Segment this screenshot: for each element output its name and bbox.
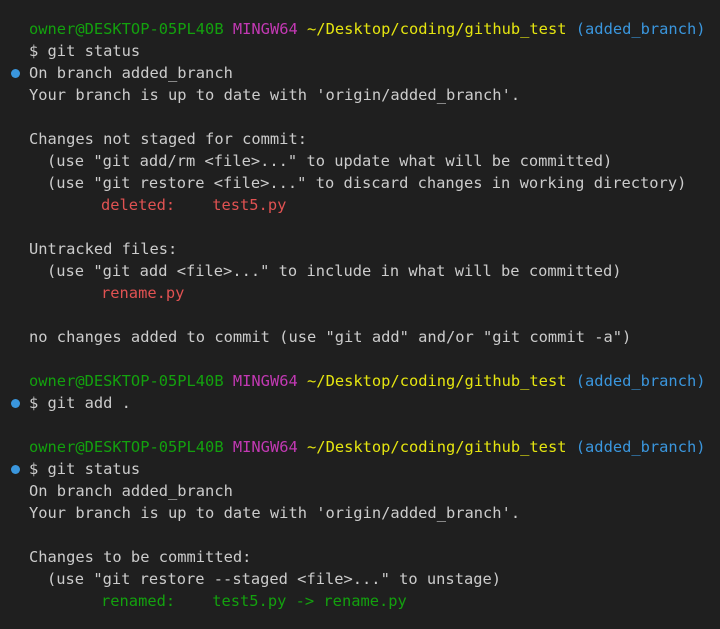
output-line: Your branch is up to date with 'origin/a… — [0, 502, 720, 524]
command-text: $ git add . — [29, 394, 131, 412]
prompt-path: ~/Desktop/coding/github_test — [307, 20, 567, 38]
unstaged-header: Changes not staged for commit: — [29, 130, 307, 148]
command-status-dot-icon[interactable] — [11, 465, 20, 474]
output-line: (use "git add <file>..." to include in w… — [0, 260, 720, 282]
prompt-shell: MINGW64 — [232, 20, 298, 38]
output-line: no changes added to commit (use "git add… — [0, 326, 720, 348]
output-line: (use "git restore --staged <file>..." to… — [0, 568, 720, 590]
untracked-hint: (use "git add <file>..." to include in w… — [47, 262, 622, 280]
status-summary: no changes added to commit (use "git add… — [29, 328, 632, 346]
prompt-shell: MINGW64 — [232, 438, 298, 456]
untracked-file-line: rename.py — [0, 282, 720, 304]
output-line: Changes to be committed: — [0, 546, 720, 568]
prompt-line: owner@DESKTOP-05PL40B MINGW64 ~/Desktop/… — [0, 18, 720, 40]
prompt-branch: (added_branch) — [575, 20, 706, 38]
unstaged-hint: (use "git add/rm <file>..." to update wh… — [47, 152, 613, 170]
prompt-user-host: owner@DESKTOP-05PL40B — [29, 372, 224, 390]
prompt-line: owner@DESKTOP-05PL40B MINGW64 ~/Desktop/… — [0, 370, 720, 392]
prompt-user-host: owner@DESKTOP-05PL40B — [29, 438, 224, 456]
upstream-status-text: Your branch is up to date with 'origin/a… — [29, 86, 521, 104]
prompt-path: ~/Desktop/coding/github_test — [307, 372, 567, 390]
branch-status-text: On branch added_branch — [29, 482, 233, 500]
prompt-path: ~/Desktop/coding/github_test — [307, 438, 567, 456]
branch-status-text: On branch added_branch — [29, 64, 233, 82]
output-line: On branch added_branch — [0, 480, 720, 502]
output-line: Changes not staged for commit: — [0, 128, 720, 150]
renamed-change: test5.py -> rename.py — [212, 592, 407, 610]
prompt-shell: MINGW64 — [232, 372, 298, 390]
staged-header: Changes to be committed: — [29, 548, 252, 566]
output-line: (use "git add/rm <file>..." to update wh… — [0, 150, 720, 172]
terminal-window[interactable]: owner@DESKTOP-05PL40B MINGW64 ~/Desktop/… — [0, 0, 720, 629]
output-line: Your branch is up to date with 'origin/a… — [0, 84, 720, 106]
prompt-user-host: owner@DESKTOP-05PL40B — [29, 20, 224, 38]
command-line: $ git add . — [0, 392, 720, 414]
command-status-dot-icon[interactable] — [11, 69, 20, 78]
deleted-file-line: deleted: test5.py — [0, 194, 720, 216]
renamed-file-line: renamed: test5.py -> rename.py — [0, 590, 720, 612]
deleted-label: deleted: — [101, 196, 176, 214]
prompt-branch: (added_branch) — [575, 372, 706, 390]
prompt-branch: (added_branch) — [575, 438, 706, 456]
command-line: $ git status — [0, 458, 720, 480]
deleted-file-name: test5.py — [212, 196, 287, 214]
output-line: (use "git restore <file>..." to discard … — [0, 172, 720, 194]
upstream-status-text: Your branch is up to date with 'origin/a… — [29, 504, 521, 522]
untracked-header: Untracked files: — [29, 240, 178, 258]
untracked-file-name: rename.py — [101, 284, 185, 302]
prompt-line: owner@DESKTOP-05PL40B MINGW64 ~/Desktop/… — [0, 436, 720, 458]
command-text: $ git status — [29, 42, 141, 60]
renamed-label: renamed: — [101, 592, 176, 610]
command-text: $ git status — [29, 460, 141, 478]
command-line: $ git status — [0, 40, 720, 62]
output-line: Untracked files: — [0, 238, 720, 260]
command-status-dot-icon[interactable] — [11, 399, 20, 408]
output-line: On branch added_branch — [0, 62, 720, 84]
unstaged-hint: (use "git restore <file>..." to discard … — [47, 174, 687, 192]
staged-hint: (use "git restore --staged <file>..." to… — [47, 570, 502, 588]
